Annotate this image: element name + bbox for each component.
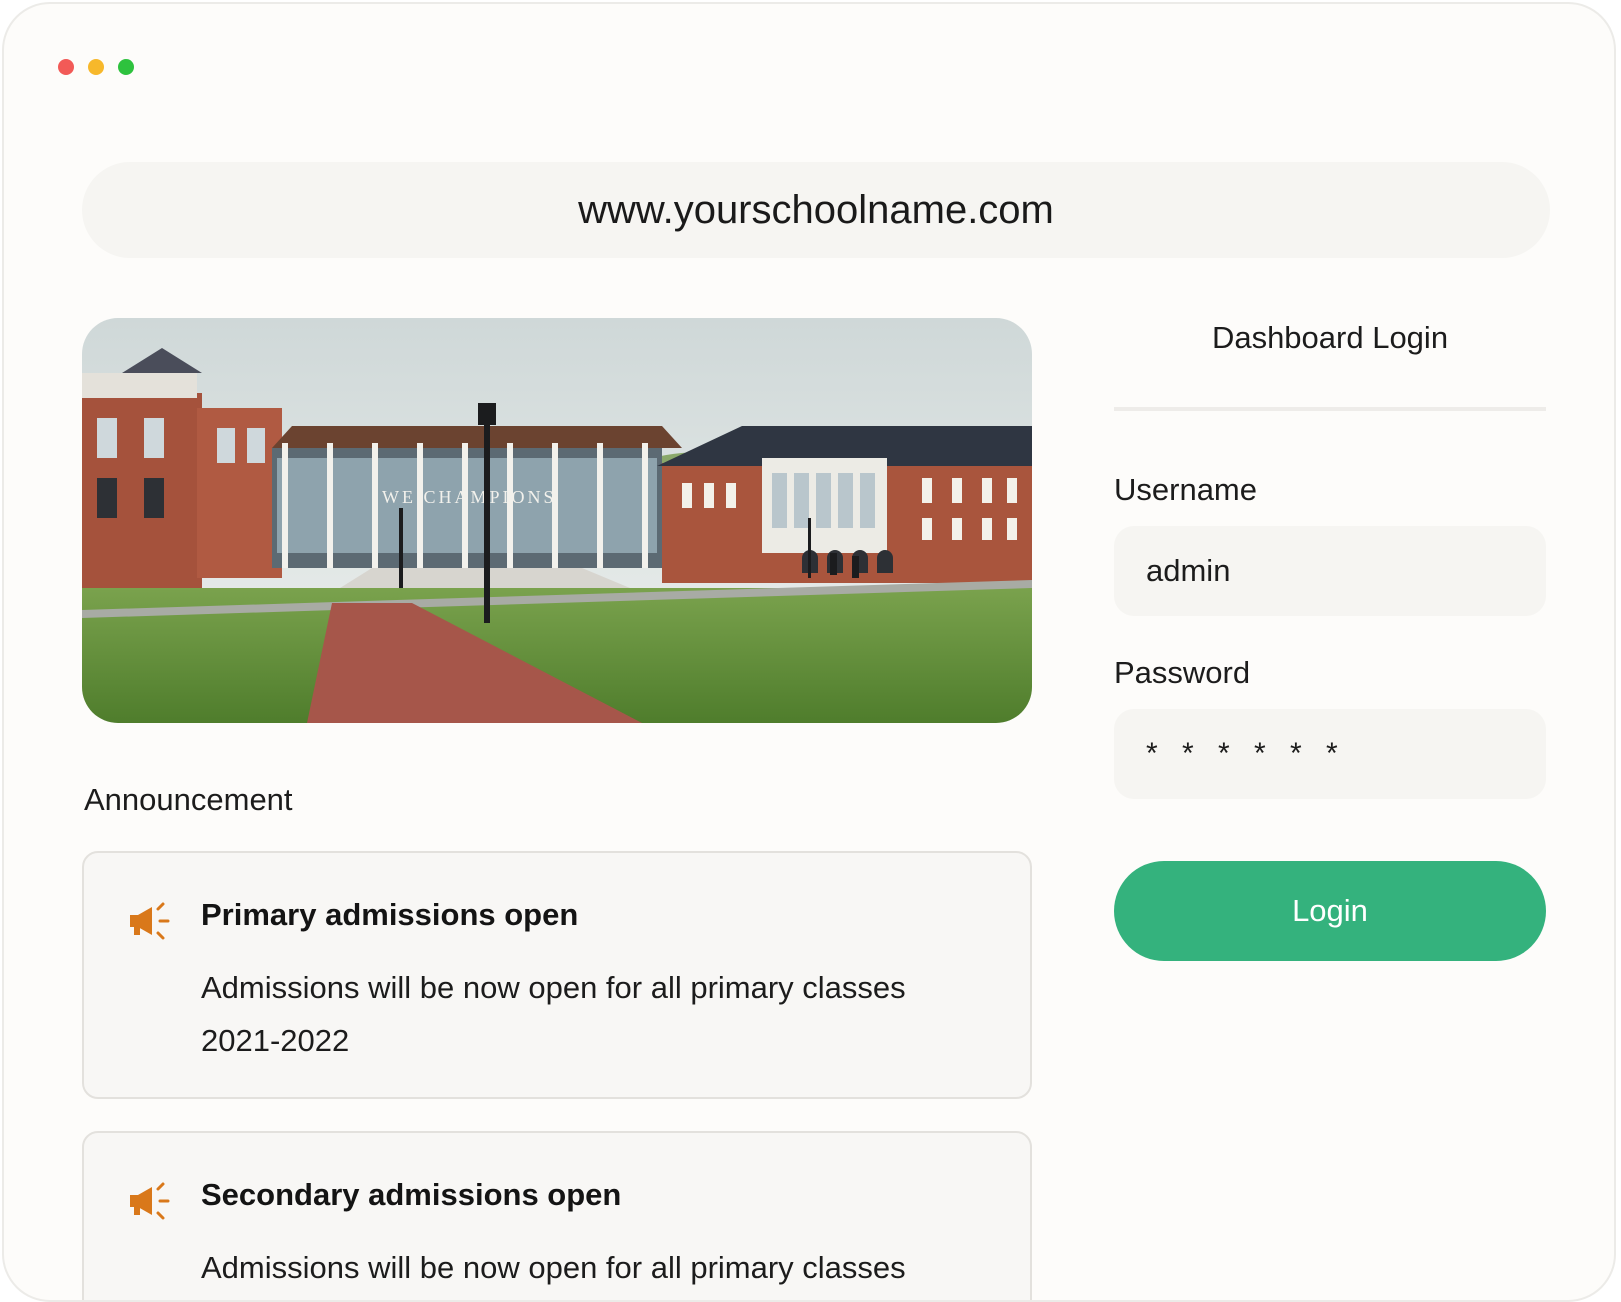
close-window-button[interactable] bbox=[58, 59, 74, 75]
password-input[interactable] bbox=[1114, 709, 1546, 799]
maximize-window-button[interactable] bbox=[118, 59, 134, 75]
announcement-title: Primary admissions open bbox=[201, 897, 579, 932]
megaphone-icon bbox=[130, 1182, 170, 1220]
login-button[interactable]: Login bbox=[1114, 861, 1546, 961]
announcement-card[interactable]: Secondary admissions open Admissions wil… bbox=[82, 1131, 1032, 1300]
username-input[interactable] bbox=[1114, 526, 1546, 616]
announcement-title: Secondary admissions open bbox=[201, 1177, 622, 1212]
username-label: Username bbox=[1114, 472, 1257, 507]
announcement-body: Admissions will be now open for all prim… bbox=[201, 1250, 906, 1285]
announcement-heading: Announcement bbox=[84, 782, 293, 817]
minimize-window-button[interactable] bbox=[88, 59, 104, 75]
browser-window: www.yourschoolname.com WE CHAMPIONS Anno… bbox=[2, 2, 1616, 1302]
announcement-body: Admissions will be now open for all prim… bbox=[201, 970, 906, 1058]
password-label: Password bbox=[1114, 655, 1251, 690]
announcement-card[interactable]: Primary admissions open Admissions will … bbox=[82, 851, 1032, 1099]
address-bar[interactable]: www.yourschoolname.com bbox=[82, 162, 1550, 258]
window-controls bbox=[58, 59, 134, 75]
building-sign: WE CHAMPIONS bbox=[382, 487, 557, 507]
url-text: www.yourschoolname.com bbox=[578, 187, 1054, 232]
login-divider bbox=[1114, 407, 1546, 411]
login-title: Dashboard Login bbox=[1211, 320, 1449, 355]
megaphone-icon bbox=[130, 902, 170, 940]
school-hero-image: WE CHAMPIONS bbox=[82, 318, 1032, 723]
